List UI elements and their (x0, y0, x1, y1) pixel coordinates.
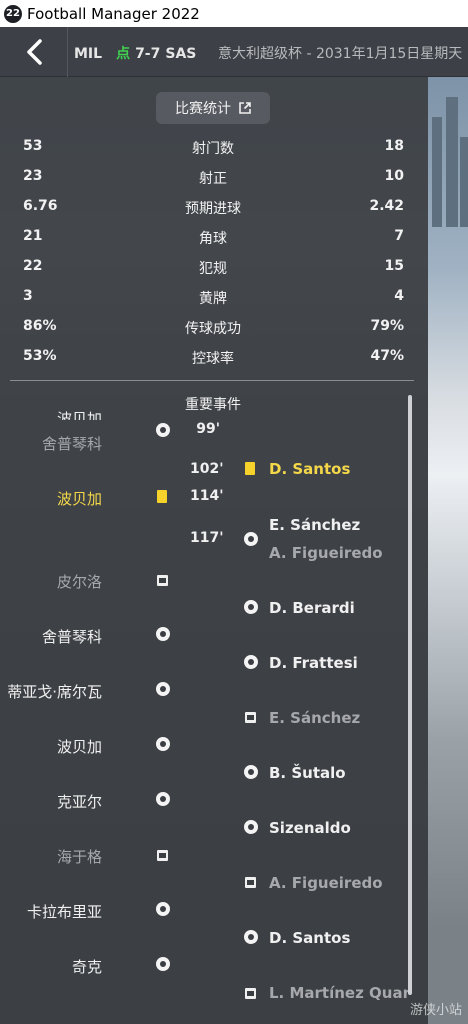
event-minute: 102' (190, 461, 224, 477)
stats-divider (10, 380, 414, 381)
events-scrollbar[interactable] (408, 395, 412, 995)
competition-label: 意大利超级杯 - 2031年1月15日星期天 (218, 46, 463, 62)
stat-label: 射门数 (192, 141, 234, 157)
event-player-partial: 波贝加 (56, 410, 102, 420)
window-title: Football Manager 2022 (27, 4, 200, 23)
window-titlebar: 22 Football Manager 2022 (0, 0, 468, 27)
pen-player[interactable]: L. Martínez Quar (269, 984, 410, 1002)
stat-label: 预期进球 (185, 201, 241, 217)
missed-penalty-icon (245, 712, 256, 723)
match-header: MIL 点 7-7 SAS 意大利超级杯 - 2031年1月15日星期天 (0, 27, 468, 77)
stat-label: 角球 (199, 231, 227, 247)
match-stats-label: 比赛统计 (175, 101, 231, 117)
stat-home: 53% (23, 348, 57, 364)
app-logo: 22 (4, 4, 22, 23)
stat-label: 控球率 (192, 351, 234, 367)
football-icon (156, 423, 170, 437)
stat-label: 射正 (199, 171, 227, 187)
watermark: 游侠小站 (409, 1003, 462, 1018)
event-player[interactable]: D. Santos (269, 460, 350, 478)
stat-row-yellow-cards: 3 黄牌 4 (0, 281, 428, 311)
pen-player[interactable]: 克亚尔 (57, 791, 102, 812)
score-value: 7-7 (135, 46, 161, 62)
stat-home: 23 (23, 168, 43, 184)
football-icon (156, 737, 170, 751)
football-icon (156, 957, 170, 971)
pen-player[interactable]: D. Santos (269, 929, 350, 947)
stat-row-on-target: 23 射正 10 (0, 161, 428, 191)
pen-player[interactable]: 蒂亚戈·席尔瓦 (7, 681, 102, 702)
football-icon (244, 765, 258, 779)
missed-penalty-icon (157, 575, 168, 586)
event-sub-player[interactable]: A. Figueiredo (269, 544, 383, 562)
yellow-card-icon (245, 462, 255, 475)
key-events-title: 重要事件 (185, 397, 241, 413)
event-minute: 114' (190, 488, 224, 504)
stat-away: 10 (384, 168, 404, 184)
stat-label: 犯规 (199, 261, 227, 277)
missed-penalty-icon (245, 877, 256, 888)
penalty-marker: 点 (116, 46, 131, 62)
stat-label: 传球成功 (185, 321, 241, 337)
stat-home: 22 (23, 258, 43, 274)
pen-player[interactable]: D. Berardi (269, 599, 355, 617)
event-player[interactable]: E. Sánchez (269, 516, 360, 534)
stat-away: 4 (394, 288, 404, 304)
stat-home: 86% (23, 318, 57, 334)
stat-home: 3 (23, 288, 33, 304)
event-minute: 99' (196, 421, 220, 437)
pen-player[interactable]: 皮尔洛 (57, 571, 102, 592)
football-icon (156, 902, 170, 916)
stat-row-shots: 53 射门数 18 (0, 131, 428, 161)
football-icon (244, 600, 258, 614)
football-icon (244, 655, 258, 669)
stat-away: 7 (394, 228, 404, 244)
stat-row-corners: 21 角球 7 (0, 221, 428, 251)
event-sub-player: 舍普琴科 (41, 435, 102, 453)
stat-label: 黄牌 (199, 291, 227, 307)
external-link-icon (239, 102, 251, 114)
stat-home: 53 (23, 138, 43, 154)
match-score: MIL 点 7-7 SAS (74, 43, 196, 63)
stat-away: 15 (384, 258, 404, 274)
pen-player[interactable]: B. Šutalo (269, 764, 346, 782)
stat-away: 47% (370, 348, 404, 364)
pen-player[interactable]: A. Figueiredo (269, 874, 383, 892)
back-button[interactable] (0, 27, 68, 77)
pen-player[interactable]: Sizenaldo (269, 819, 351, 837)
stat-away: 79% (370, 318, 404, 334)
football-icon (156, 627, 170, 641)
away-team-code: SAS (165, 46, 197, 62)
yellow-card-icon (157, 490, 167, 503)
missed-penalty-icon (245, 988, 256, 999)
pen-player[interactable]: 海于格 (57, 846, 102, 867)
match-panel: 比赛统计 53 射门数 18 23 射正 10 6.76 预期进球 2.42 21 角球 7 2… (0, 77, 428, 1024)
stat-row-fouls: 22 犯规 15 (0, 251, 428, 281)
stat-home: 6.76 (23, 198, 58, 214)
football-icon (244, 930, 258, 944)
home-team-code: MIL (74, 46, 103, 62)
match-stats-button[interactable]: 比赛统计 (156, 92, 270, 124)
pen-player[interactable]: 舍普琴科 (42, 626, 102, 647)
football-icon (244, 820, 258, 834)
pen-player[interactable]: 卡拉布里亚 (27, 901, 102, 922)
pen-player[interactable]: 波贝加 (57, 736, 102, 757)
pen-player[interactable]: 奇克 (72, 956, 102, 977)
stadium-background-strip (428, 77, 468, 1024)
stat-away: 18 (384, 138, 404, 154)
stat-row-pass-completion: 86% 传球成功 79% (0, 311, 428, 341)
pen-player[interactable]: D. Frattesi (269, 654, 358, 672)
stat-row-xg: 6.76 预期进球 2.42 (0, 191, 428, 221)
event-minute: 117' (190, 530, 224, 546)
event-player[interactable]: 波贝加 (57, 488, 102, 509)
pen-player[interactable]: E. Sánchez (269, 709, 360, 727)
back-chevron-icon (26, 39, 42, 65)
football-icon (244, 532, 258, 546)
football-icon (156, 792, 170, 806)
football-icon (156, 682, 170, 696)
missed-penalty-icon (157, 850, 168, 861)
stat-away: 2.42 (369, 198, 404, 214)
stat-row-possession: 53% 控球率 47% (0, 341, 428, 371)
stat-home: 21 (23, 228, 43, 244)
